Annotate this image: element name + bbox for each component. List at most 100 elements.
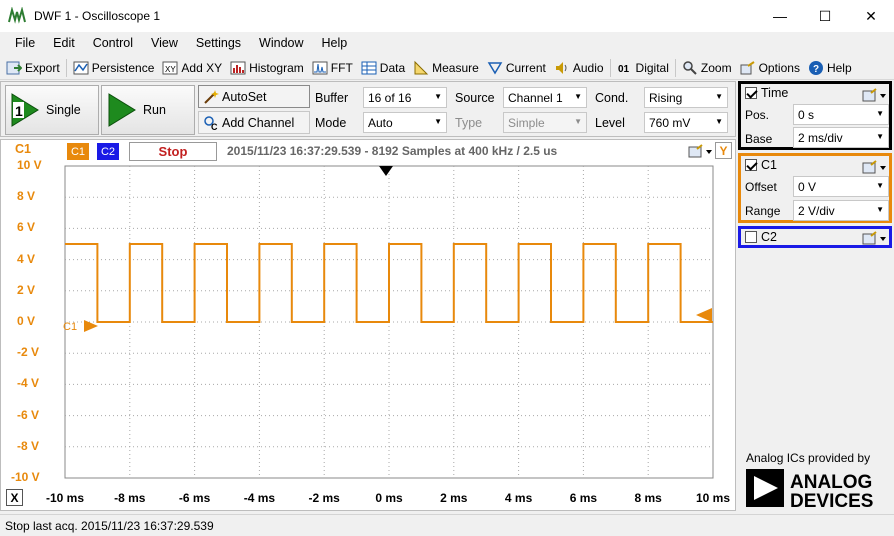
- time-options-icon[interactable]: [861, 87, 887, 103]
- digital-button[interactable]: 01 Digital: [613, 57, 673, 79]
- digital-label: Digital: [635, 60, 669, 75]
- c1-checkbox[interactable]: [745, 159, 757, 171]
- range-select[interactable]: 2 V/div ▼: [793, 200, 889, 221]
- source-select[interactable]: Channel 1 ▼: [503, 87, 587, 108]
- level-select[interactable]: 760 mV ▼: [644, 112, 728, 133]
- help-label: Help: [826, 60, 852, 75]
- time-checkbox[interactable]: [745, 87, 757, 99]
- current-label: Current: [505, 60, 546, 75]
- export-icon: [6, 61, 22, 74]
- export-button[interactable]: Export: [2, 57, 64, 79]
- mode-label: Mode: [315, 116, 347, 130]
- audio-button[interactable]: Audio: [550, 57, 608, 79]
- menu-help[interactable]: Help: [313, 36, 357, 50]
- digital-icon: 01: [618, 64, 630, 75]
- time-panel-header[interactable]: Time: [745, 86, 788, 100]
- pos-label: Pos.: [745, 108, 770, 122]
- help-button[interactable]: ? Help: [804, 57, 856, 79]
- level-label: Level: [595, 116, 625, 130]
- add-xy-button[interactable]: XY Add XY: [158, 57, 226, 79]
- persistence-label: Persistence: [91, 60, 155, 75]
- run-icon: [108, 93, 136, 127]
- histogram-label: Histogram: [249, 60, 304, 75]
- measure-button[interactable]: Measure: [409, 57, 483, 79]
- source-label: Source: [455, 91, 495, 105]
- base-select[interactable]: 2 ms/div ▼: [793, 127, 889, 148]
- chevron-down-icon: ▼: [715, 117, 723, 126]
- options-button[interactable]: Options: [736, 57, 804, 79]
- c1-title: C1: [761, 158, 777, 172]
- autoset-button[interactable]: AutoSet: [198, 85, 310, 108]
- single-button[interactable]: 1 Single: [5, 85, 99, 135]
- single-icon: 1: [11, 93, 39, 127]
- histogram-button[interactable]: Histogram: [226, 57, 308, 79]
- toolbar-divider: [65, 58, 67, 77]
- window-title: DWF 1 - Oscilloscope 1: [34, 9, 161, 23]
- pos-value: 0 s: [798, 107, 815, 122]
- chevron-down-icon: ▼: [876, 132, 884, 141]
- buffer-label: Buffer: [315, 91, 349, 105]
- time-title: Time: [761, 86, 789, 100]
- xy-icon: XY: [162, 61, 178, 74]
- c1-panel-header[interactable]: C1: [745, 158, 777, 172]
- type-label: Type: [455, 116, 483, 130]
- c2-panel-header[interactable]: C2: [745, 230, 777, 244]
- svg-text:1: 1: [15, 103, 23, 119]
- c2-panel: C2: [738, 226, 892, 248]
- chevron-down-icon: ▼: [876, 181, 884, 190]
- menu-settings[interactable]: Settings: [187, 36, 250, 50]
- single-label: Single: [46, 103, 81, 117]
- persistence-icon: [73, 61, 89, 74]
- help-icon: ?: [808, 60, 823, 75]
- svg-text:C: C: [211, 122, 218, 131]
- cond-select[interactable]: Rising ▼: [644, 87, 728, 108]
- menu-view[interactable]: View: [142, 36, 187, 50]
- run-button[interactable]: Run: [101, 85, 195, 135]
- buffer-value: 16 of 16: [368, 90, 412, 105]
- toolbar-divider: [674, 58, 676, 77]
- c2-checkbox[interactable]: [745, 231, 757, 243]
- c1-trace-marker: C1: [63, 321, 77, 333]
- close-button[interactable]: ✕: [848, 0, 894, 32]
- analog-devices-logo: ANALOG DEVICES: [746, 467, 886, 512]
- waveform-plot[interactable]: C1: [1, 140, 737, 512]
- options-icon: [740, 60, 755, 74]
- zoom-label: Zoom: [700, 60, 732, 75]
- svg-text:XY: XY: [165, 65, 176, 74]
- chevron-down-icon: ▼: [876, 109, 884, 118]
- add-channel-button[interactable]: C Add Channel: [198, 111, 310, 134]
- offset-select[interactable]: 0 V ▼: [793, 176, 889, 197]
- data-label: Data: [379, 60, 406, 75]
- cond-label: Cond.: [595, 91, 629, 105]
- current-icon: [487, 61, 503, 74]
- menu-control[interactable]: Control: [84, 36, 142, 50]
- pos-select[interactable]: 0 s ▼: [793, 104, 889, 125]
- range-label: Range: [745, 204, 781, 218]
- chevron-down-icon: ▼: [574, 117, 582, 126]
- menu-window[interactable]: Window: [250, 36, 312, 50]
- minimize-button[interactable]: —: [757, 0, 803, 32]
- persistence-button[interactable]: Persistence: [69, 57, 159, 79]
- status-bar: Stop last acq. 2015/11/23 16:37:29.539: [0, 514, 894, 536]
- maximize-button[interactable]: ☐: [802, 0, 848, 32]
- c1-options-icon[interactable]: [861, 159, 887, 175]
- type-select: Simple ▼: [503, 112, 587, 133]
- autoset-label: AutoSet: [222, 89, 267, 104]
- zoom-button[interactable]: Zoom: [678, 57, 736, 79]
- menu-edit[interactable]: Edit: [44, 36, 84, 50]
- svg-text:01: 01: [618, 64, 630, 75]
- scope-plot-panel: C1 C1 C2 Stop 2015/11/23 16:37:29.539 - …: [0, 139, 736, 511]
- c2-options-icon[interactable]: [861, 230, 887, 246]
- mode-select[interactable]: Auto ▼: [363, 112, 447, 133]
- c2-title: C2: [761, 230, 777, 244]
- buffer-select[interactable]: 16 of 16 ▼: [363, 87, 447, 108]
- fft-label: FFT: [330, 60, 353, 75]
- chevron-down-icon: ▼: [434, 117, 442, 126]
- fft-button[interactable]: FFT: [308, 57, 357, 79]
- data-button[interactable]: Data: [357, 57, 409, 79]
- type-value: Simple: [508, 115, 545, 130]
- menu-file[interactable]: File: [6, 36, 44, 50]
- logo-line2: DEVICES: [790, 491, 873, 509]
- base-value: 2 ms/div: [798, 130, 843, 145]
- current-button[interactable]: Current: [483, 57, 550, 79]
